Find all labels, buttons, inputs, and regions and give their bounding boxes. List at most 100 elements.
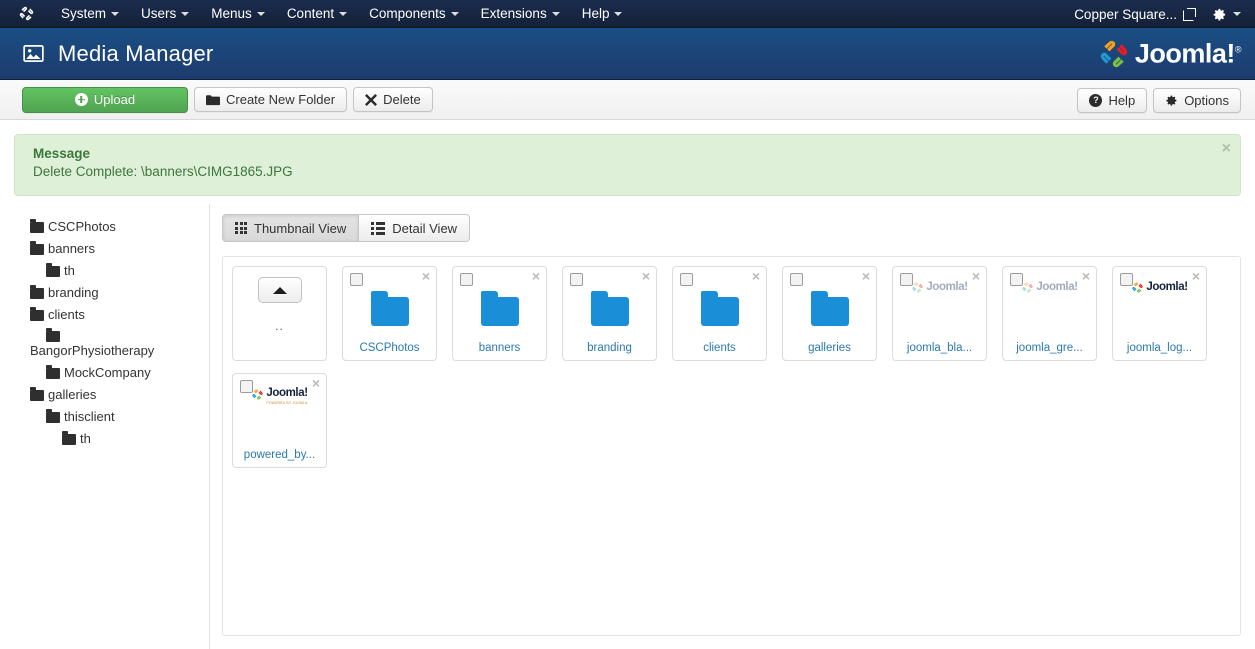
tree-item-clients[interactable]: clients [0,304,209,326]
folder-icon [206,94,220,106]
tile-label[interactable]: joomla_gre... [1003,342,1096,354]
tile-thumbnail [673,287,766,335]
question-circle-icon: ? [1089,93,1103,107]
close-icon[interactable]: × [422,269,430,283]
tab-detail-view[interactable]: Detail View [359,214,471,242]
tile-up-one-level[interactable]: .. [232,266,327,361]
menu-item-system[interactable]: System [50,0,130,28]
upload-button[interactable]: Upload [22,86,188,113]
upload-button-label: Upload [93,92,136,107]
tile-label[interactable]: joomla_bla... [893,342,986,354]
menu-item-content[interactable]: Content [276,0,358,28]
menu-item-label: Help [581,5,610,21]
tree-item-banners[interactable]: banners [0,238,209,260]
chevron-down-icon [111,11,120,16]
close-icon[interactable]: × [1222,141,1231,157]
tile-folder-banners[interactable]: × banners [452,266,547,361]
external-link-icon[interactable] [1183,7,1196,21]
message-title: Message [33,146,91,161]
folder-icon [480,290,519,326]
menu-item-help[interactable]: Help [571,0,634,28]
tile-folder-clients[interactable]: × clients [672,266,767,361]
site-name-link[interactable]: Copper Square... [1074,7,1183,22]
tile-thumbnail: Joomla! [893,281,986,321]
tile-checkbox[interactable] [570,273,583,286]
folder-icon [30,387,44,401]
tile-checkbox[interactable] [460,273,473,286]
delete-button[interactable]: Delete [353,87,433,112]
tile-label[interactable]: joomla_log... [1113,342,1206,354]
chevron-down-icon [551,11,560,16]
tree-item-thisclient-th[interactable]: th [0,428,209,450]
close-icon[interactable]: × [532,269,540,283]
grid-icon [235,222,247,234]
joomla-wordmark-text: Joomla! [1134,38,1236,68]
tile-folder-galleries[interactable]: × galleries [782,266,877,361]
menu-item-components[interactable]: Components [358,0,470,28]
joomla-logo-icon: Joomla! [911,281,968,294]
tree-item-galleries[interactable]: galleries [0,384,209,406]
tile-folder-cscphotos[interactable]: × CSCPhotos [342,266,437,361]
x-icon [365,93,378,106]
tile-label[interactable]: banners [453,342,546,354]
chevron-up-icon [272,286,287,294]
powered-by-subtitle: POWERED BY JOOMLA [266,400,308,405]
menu-item-label: Users [141,5,177,21]
tile-label[interactable]: galleries [783,342,876,354]
message-alert: Message Delete Complete: \banners\CIMG18… [14,134,1241,196]
create-new-folder-button[interactable]: Create New Folder [194,87,348,112]
tab-thumbnail-view-label: Thumbnail View [254,220,347,236]
menu-item-users[interactable]: Users [130,0,200,28]
tree-item-label: banners [48,241,95,256]
tree-item-label: thisclient [64,409,115,424]
tile-image-powered-by[interactable]: × Joomla! POWERED BY JOOMLA powered_by..… [232,373,327,468]
joomla-mark-icon[interactable] [16,4,36,24]
tree-item-banners-th[interactable]: th [0,260,209,282]
main-menu: System Users Menus Content Components Ex… [50,0,633,27]
tree-item-label: BangorPhysiotherapy [30,343,155,358]
tile-thumbnail: Joomla! [1113,281,1206,321]
tree-item-branding[interactable]: branding [0,282,209,304]
close-icon[interactable]: × [862,269,870,283]
tile-label[interactable]: branding [563,342,656,354]
chevron-down-icon [614,11,623,16]
help-button[interactable]: ? Help [1077,87,1148,113]
tile-image-joomla-bla[interactable]: × Joomla! joomla_bla... [892,266,987,361]
close-icon[interactable]: × [642,269,650,283]
create-new-folder-label: Create New Folder [226,92,336,107]
close-icon[interactable]: × [752,269,760,283]
tile-label[interactable]: CSCPhotos [343,342,436,354]
tile-label[interactable]: powered_by... [233,449,326,461]
joomla-logo-icon: Joomla! [1021,281,1078,294]
options-button[interactable]: Options [1153,87,1241,113]
tile-checkbox[interactable] [680,273,693,286]
chevron-down-icon [256,11,265,16]
tile-folder-branding[interactable]: × branding [562,266,657,361]
file-tiles: .. × CSCPhotos × banners × branding × cl… [232,266,1240,480]
menu-item-menus[interactable]: Menus [200,0,276,28]
tile-thumbnail [783,287,876,335]
plus-circle-icon [74,93,88,106]
tile-image-joomla-gre[interactable]: × Joomla! joomla_gre... [1002,266,1097,361]
tab-thumbnail-view[interactable]: Thumbnail View [222,214,360,242]
settings-menu-button[interactable] [1212,7,1245,22]
tile-label: .. [275,319,284,333]
folder-icon [46,263,60,277]
toolbar-right-group: ? Help Options [1071,80,1241,120]
menu-item-extensions[interactable]: Extensions [470,0,571,28]
folder-icon [700,290,739,326]
tile-checkbox[interactable] [350,273,363,286]
tile-checkbox[interactable] [790,273,803,286]
tree-item-thisclient[interactable]: thisclient [0,406,209,428]
tile-image-joomla-log[interactable]: × Joomla! joomla_log... [1112,266,1207,361]
tile-label[interactable]: clients [673,342,766,354]
tile-thumbnail: Joomla! POWERED BY JOOMLA [233,387,326,428]
chevron-down-icon [181,11,190,16]
list-icon [371,221,386,235]
tree-item-mockcompany[interactable]: MockCompany [0,362,209,384]
up-one-level-button[interactable] [257,277,302,303]
tree-item-label: CSCPhotos [48,219,116,234]
options-button-label: Options [1184,92,1229,108]
tree-item-cscphotos[interactable]: CSCPhotos [0,216,209,238]
tree-item-bangorphysiotherapy[interactable]: BangorPhysiotherapy [0,326,209,362]
